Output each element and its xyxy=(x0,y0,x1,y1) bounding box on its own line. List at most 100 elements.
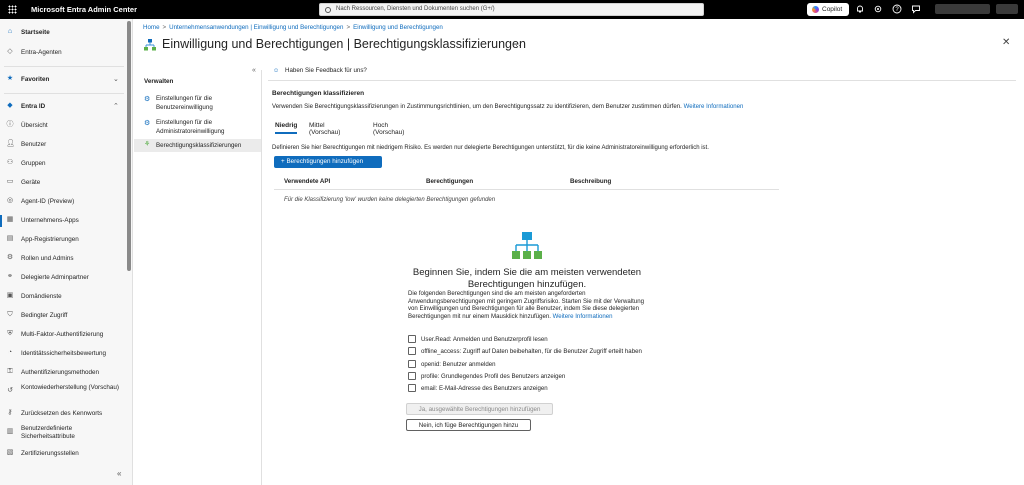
sidebar-item-label: Favoriten xyxy=(21,76,50,83)
sidebar-item-label: Gruppen xyxy=(21,160,46,167)
checkbox[interactable] xyxy=(408,360,416,368)
help-icon[interactable]: ? xyxy=(892,4,902,14)
checkbox[interactable] xyxy=(408,347,416,355)
resource-menu-label: Berechtigungsklassifizierungen xyxy=(156,141,242,149)
sidebar-item-label: Domändienste xyxy=(21,293,62,300)
sidebar-item-label: Delegierte Adminpartner xyxy=(21,274,89,281)
breadcrumb-home[interactable]: Home xyxy=(143,24,160,31)
apps-icon: ▦ xyxy=(6,216,14,223)
copilot-icon xyxy=(812,6,819,13)
resource-menu-admin-consent[interactable]: ⚙ Einstellungen für die Administratorein… xyxy=(134,118,261,138)
close-icon[interactable]: ✕ xyxy=(1002,37,1010,48)
tab-low[interactable]: Niedrig xyxy=(275,122,298,134)
checkbox[interactable] xyxy=(408,384,416,392)
sidebar-item-account-recovery[interactable]: ↺ Kontowiederherstellung (Vorschau) xyxy=(0,383,125,401)
sidebar-item-label: Authentifizierungsmethoden xyxy=(21,369,100,376)
mfa-icon: ⛨ xyxy=(7,330,13,337)
feedback-icon: ☺ xyxy=(273,67,280,74)
roles-icon: ⚙ xyxy=(6,254,14,261)
admin-consent-icon: ⚙ xyxy=(144,120,151,127)
sidebar-item-certificate-authorities[interactable]: ▧ Zertifizierungsstellen xyxy=(0,445,125,463)
sidebar-item-label: Zertifizierungsstellen xyxy=(21,450,79,457)
sidebar-item-favorites[interactable]: ★ Favoriten ⌄ xyxy=(0,71,125,89)
resource-menu-label: Einstellungen für die Administratoreinwi… xyxy=(156,119,225,135)
add-permissions-label: Berechtigungen hinzufügen xyxy=(286,158,364,165)
add-permissions-button[interactable]: + Berechtigungen hinzufügen xyxy=(274,156,382,168)
more-options-icon[interactable]: … xyxy=(512,38,521,48)
checkbox[interactable] xyxy=(408,372,416,380)
breadcrumb-enterprise-apps[interactable]: Unternehmensanwendungen | Einwilligung u… xyxy=(169,24,343,31)
table-empty-message: Für die Klassifizierung 'low' wurden kei… xyxy=(284,197,496,203)
column-description[interactable]: Beschreibung xyxy=(570,178,611,185)
sidebar-item-mfa[interactable]: ⛨ Multi-Faktor-Authentifizierung xyxy=(0,326,125,344)
getting-started-more-info-link[interactable]: Weitere Informationen xyxy=(553,313,613,320)
feedback-icon[interactable] xyxy=(911,4,921,14)
agent-id-icon: ◎ xyxy=(6,197,14,204)
section-heading: Berechtigungen klassifizieren xyxy=(272,90,365,97)
sidebar-item-label: Identitätssicherheitsbewertung xyxy=(21,350,107,357)
checkbox-label: email: E-Mail-Adresse des Benutzers anze… xyxy=(421,385,548,392)
sidebar-item-devices[interactable]: ▭ Geräte xyxy=(0,174,125,192)
permission-checkbox-profile[interactable]: profile: Grundlegendes Profil des Benutz… xyxy=(408,372,658,381)
chevron-down-icon: ⌄ xyxy=(113,76,119,83)
permission-checkbox-email[interactable]: email: E-Mail-Adresse des Benutzers anze… xyxy=(408,384,658,393)
sidebar-item-custom-attributes[interactable]: ▥ Benutzerdefinierte Sicherheitsattribut… xyxy=(0,424,125,442)
sidebar-item-entra-agents[interactable]: ◇ Entra-Agenten xyxy=(0,44,125,62)
sidebar-item-agent-id[interactable]: ◎ Agent-ID (Preview) xyxy=(0,193,125,211)
sidebar-item-app-registrations[interactable]: ▤ App-Registrierungen xyxy=(0,231,125,249)
feedback-label: Haben Sie Feedback für uns? xyxy=(285,67,367,74)
sidebar-item-enterprise-apps[interactable]: ▦ Unternehmens-Apps xyxy=(0,212,125,230)
sidebar-item-home[interactable]: ⌂ Startseite xyxy=(0,24,125,42)
account-name[interactable] xyxy=(935,4,990,14)
bell-icon[interactable] xyxy=(855,4,865,14)
sidebar: ⌂ Startseite ◇ Entra-Agenten ★ Favoriten… xyxy=(0,19,133,485)
app-launcher-icon[interactable] xyxy=(8,5,17,14)
copilot-button[interactable]: Copilot xyxy=(807,3,849,16)
sidebar-item-auth-methods[interactable]: ⚿ Authentifizierungsmethoden xyxy=(0,364,125,382)
checkbox[interactable] xyxy=(408,335,416,343)
sidebar-item-overview[interactable]: ⓘ Übersicht xyxy=(0,117,125,135)
sidebar-item-conditional-access[interactable]: ⛉ Bedingter Zugriff xyxy=(0,307,125,325)
sidebar-item-entra-id[interactable]: ◆ Entra ID ⌃ xyxy=(0,98,125,116)
sidebar-item-roles[interactable]: ⚙ Rollen und Admins xyxy=(0,250,125,268)
global-search-input[interactable]: Nach Ressourcen, Diensten und Dokumenten… xyxy=(319,3,704,16)
sidebar-scrollbar[interactable] xyxy=(127,21,131,271)
add-selected-permissions-button[interactable]: Ja, ausgewählte Berechtigungen hinzufüge… xyxy=(406,403,553,415)
app-title[interactable]: Microsoft Entra Admin Center xyxy=(31,5,137,14)
page-title: Einwilligung und Berechtigungen | Berech… xyxy=(162,37,526,51)
permission-checkbox-user-read[interactable]: User.Read: Anmelden und Benutzerprofil l… xyxy=(408,335,658,344)
permission-checkbox-openid[interactable]: openid: Benutzer anmelden xyxy=(408,360,658,369)
user-icon: 👤︎ xyxy=(6,140,15,147)
tab-info: Definieren Sie hier Berechtigungen mit n… xyxy=(272,145,709,151)
sidebar-item-label: Geräte xyxy=(21,179,41,186)
sidebar-item-label: Bedingter Zugriff xyxy=(21,312,68,319)
attribute-icon: ▥ xyxy=(6,428,14,435)
domain-icon: ▣ xyxy=(6,292,14,299)
resource-menu-permission-classifications[interactable]: ⚘ Berechtigungsklassifizierungen xyxy=(134,139,261,152)
sidebar-item-delegated-partners[interactable]: ⚭ Delegierte Adminpartner xyxy=(0,269,125,287)
tab-medium[interactable]: Mittel (Vorschau) xyxy=(309,122,340,136)
collapse-menu-icon[interactable]: « xyxy=(252,67,256,74)
sidebar-item-password-reset[interactable]: ⚷ Zurücksetzen des Kennworts xyxy=(0,405,125,423)
collapse-sidebar-icon[interactable]: « xyxy=(117,469,121,478)
avatar[interactable] xyxy=(996,4,1018,14)
resource-menu-user-consent[interactable]: ⚙ Einstellungen für die Benutzereinwilli… xyxy=(134,94,261,114)
breadcrumb-consent[interactable]: Einwilligung und Berechtigungen xyxy=(353,24,443,31)
home-icon: ⌂ xyxy=(7,28,13,35)
tab-high[interactable]: Hoch (Vorschau) xyxy=(373,122,404,136)
recovery-icon: ↺ xyxy=(7,387,13,394)
partner-icon: ⚭ xyxy=(7,273,13,280)
decline-button[interactable]: Nein, ich füge Berechtigungen hinzu xyxy=(406,419,531,431)
sidebar-item-secure-score[interactable]: ◔ Identitätssicherheitsbewertung xyxy=(0,345,125,363)
sidebar-item-groups[interactable]: ⚇ Gruppen xyxy=(0,155,125,173)
sidebar-item-domain-services[interactable]: ▣ Domändienste xyxy=(0,288,125,306)
column-permissions[interactable]: Berechtigungen xyxy=(426,178,473,185)
gear-icon[interactable] xyxy=(873,4,883,14)
table-header: Verwendete API Berechtigungen Beschreibu… xyxy=(274,174,779,190)
sidebar-item-label: App-Registrierungen xyxy=(21,236,79,243)
permission-checkbox-offline-access[interactable]: offline_access: Zugriff auf Daten beibeh… xyxy=(408,347,658,356)
column-api[interactable]: Verwendete API xyxy=(284,178,330,185)
sidebar-item-users[interactable]: 👤︎ Benutzer xyxy=(0,136,125,154)
more-info-link[interactable]: Weitere Informationen xyxy=(684,103,744,110)
feedback-link[interactable]: ☺ Haben Sie Feedback für uns? xyxy=(273,67,367,74)
